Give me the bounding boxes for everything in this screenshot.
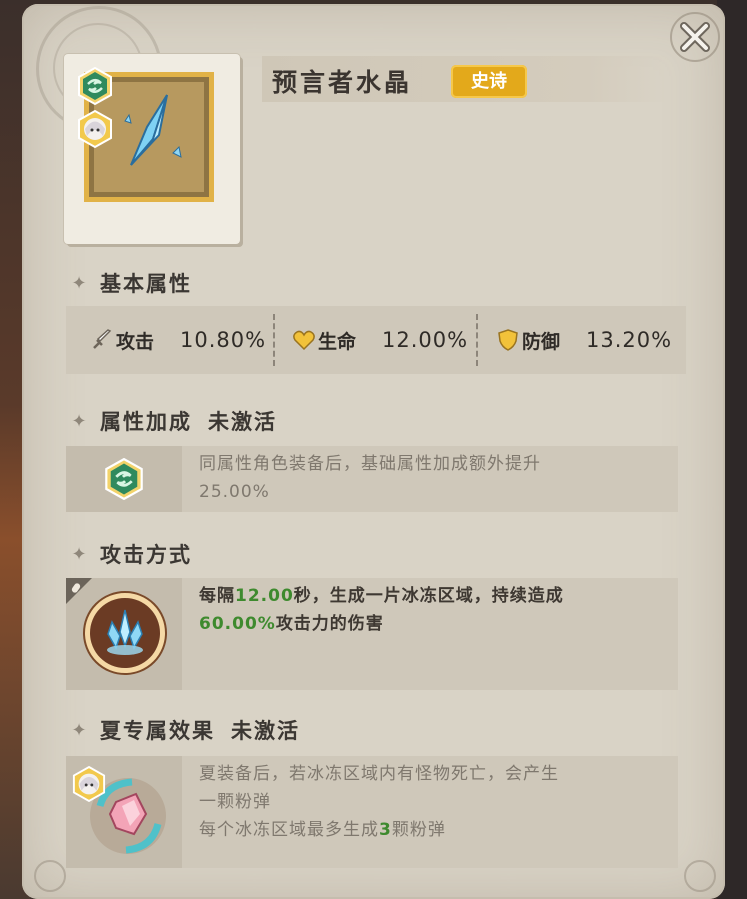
description-line: 每隔12.00秒，生成一片冰冻区域，持续造成 (199, 582, 564, 610)
section-attack-mode: ✦ 攻击方式 (70, 537, 192, 571)
character-avatar-icon (72, 766, 106, 802)
damage-value: 60.00% (199, 614, 276, 634)
text-segment: 颗粉弹 (391, 820, 446, 840)
sparkle-icon: ✦ (71, 719, 87, 741)
rarity-badge: 史诗 (451, 65, 527, 98)
description-line: 一颗粉弹 (199, 792, 271, 812)
stat-hp: 生命 12.00% (292, 320, 468, 360)
text-segment: 每隔 (199, 586, 235, 606)
attack-mode-description: 每隔12.00秒，生成一片冰冻区域，持续造成 60.00%攻击力的伤害 (199, 582, 564, 638)
exclusive-effect-icon-area (66, 756, 182, 868)
description-line: 每个冰冻区域最多生成3颗粉弹 (199, 816, 559, 844)
section-exclusive-effect: ✦ 夏专属效果 未激活 (70, 713, 300, 747)
bullet-count-value: 3 (379, 820, 392, 840)
close-icon (680, 22, 710, 52)
attribute-bonus-description: 同属性角色装备后，基础属性加成额外提升 25.00% (199, 450, 541, 506)
attack-mode-icon-area (66, 578, 182, 690)
ice-zone-skill-icon (83, 591, 167, 675)
sparkle-icon: ✦ (71, 410, 87, 432)
exclusive-effect-description: 夏装备后，若冰冻区域内有怪物死亡，会产生 一颗粉弹 每个冰冻区域最多生成3颗粉弹 (199, 760, 559, 844)
section-status: 未激活 (231, 719, 300, 743)
sword-icon (93, 329, 112, 349)
stat-label: 攻击 (116, 330, 155, 353)
item-name: 预言者水晶 (272, 68, 413, 97)
stat-value: 13.20% (586, 328, 673, 352)
section-status: 未激活 (208, 410, 277, 434)
corner-ornament-bottom-left (34, 860, 66, 892)
section-attribute-bonus: ✦ 属性加成 未激活 (70, 404, 277, 438)
stat-value: 10.80% (180, 328, 267, 352)
text-segment: 攻击力的伤害 (275, 614, 384, 634)
close-button[interactable] (670, 12, 720, 62)
stat-attack: 攻击 10.80% (90, 320, 266, 360)
stat-divider (273, 314, 275, 366)
stat-label: 生命 (318, 330, 357, 353)
character-avatar-icon (78, 110, 112, 148)
description-line: 夏装备后，若冰冻区域内有怪物死亡，会产生 (199, 764, 559, 784)
text-segment: 秒，生成一片冰冻区域，持续造成 (293, 586, 564, 606)
section-title: 攻击方式 (100, 543, 192, 567)
section-title: 基本属性 (100, 272, 192, 296)
shield-icon (498, 329, 518, 351)
interval-value: 12.00 (235, 586, 294, 606)
sparkle-icon: ✦ (71, 272, 87, 294)
attribute-bonus-icon-area (66, 446, 182, 512)
sparkle-icon: ✦ (71, 543, 87, 565)
description-line: 同属性角色装备后，基础属性加成额外提升 (199, 454, 541, 474)
stat-label: 防御 (522, 330, 561, 353)
wind-element-icon (105, 458, 143, 500)
section-basic-attributes: ✦ 基本属性 (70, 266, 192, 300)
wind-element-icon (78, 67, 112, 105)
text-segment: 每个冰冻区域最多生成 (199, 820, 379, 840)
heart-icon (293, 330, 315, 351)
stat-divider (476, 314, 478, 366)
section-title: 夏专属效果 (100, 719, 215, 743)
stat-defense: 防御 13.20% (496, 320, 672, 360)
stat-value: 12.00% (382, 328, 469, 352)
description-line: 25.00% (199, 482, 270, 502)
description-line: 60.00%攻击力的伤害 (199, 610, 564, 638)
section-title: 属性加成 (100, 410, 192, 434)
corner-ornament-bottom-right (684, 860, 716, 892)
